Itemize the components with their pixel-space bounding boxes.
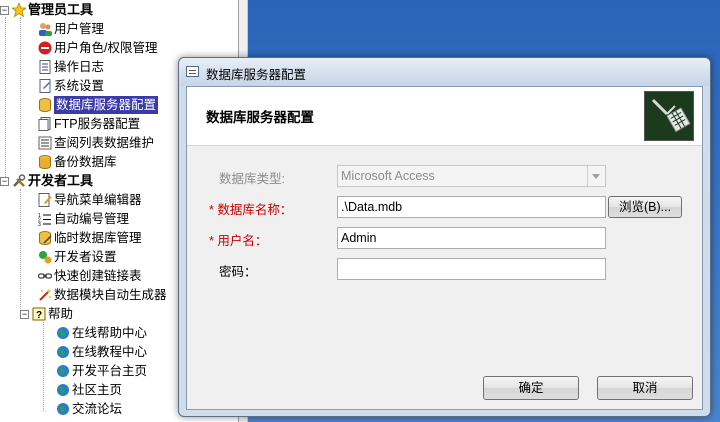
tree-item-temp-db-management[interactable]: 临时数据库管理 — [38, 229, 142, 247]
db-name-value: .\Data.mdb — [341, 200, 403, 214]
db-type-value: Microsoft Access — [341, 169, 435, 183]
db-server-config-dialog: 数据库服务器配置 数据库服务器配置 数据库类型: Microsoft Acces… — [178, 57, 711, 417]
collapse-icon[interactable]: − — [20, 309, 29, 319]
developer-settings-icon — [38, 250, 52, 264]
list-icon — [38, 136, 52, 150]
tree-item-developer-settings[interactable]: 开发者设置 — [38, 248, 117, 266]
users-icon — [38, 22, 52, 36]
db-type-select: Microsoft Access — [337, 165, 606, 187]
cancel-button[interactable]: 取消 — [597, 376, 693, 400]
tree-item-user-management[interactable]: 用户管理 — [38, 20, 104, 38]
chevron-down-icon — [587, 166, 605, 186]
tree-item-backup-database[interactable]: 备份数据库 — [38, 153, 117, 171]
user-name-value: Admin — [341, 231, 377, 245]
dialog-title: 数据库服务器配置 — [206, 68, 307, 82]
password-label: 密码： — [219, 265, 257, 279]
tree-item-db-server-config[interactable]: 数据库服务器配置 — [38, 96, 159, 114]
tree-item-online-help-center[interactable]: 在线帮助中心 — [56, 324, 147, 342]
tree-item-community-home[interactable]: 社区主页 — [56, 381, 122, 399]
window-icon — [186, 66, 199, 77]
tree-connector — [20, 189, 21, 313]
globe-icon — [56, 364, 70, 378]
db-name-label: * 数据库名称： — [209, 203, 293, 217]
tree-item-operation-log[interactable]: 操作日志 — [38, 58, 104, 76]
tree-item-roles-permissions[interactable]: 用户角色/权限管理 — [38, 39, 157, 57]
help-icon: ? — [32, 307, 46, 321]
database-backup-icon — [38, 155, 52, 169]
settings-document-icon — [38, 79, 52, 93]
link-icon — [37, 269, 53, 283]
ftp-document-icon — [38, 117, 52, 131]
database-config-icon — [38, 98, 52, 112]
globe-icon — [56, 383, 70, 397]
dialog-body: 数据库服务器配置 数据库类型: Microsoft Access * 数据库名称… — [186, 86, 703, 410]
database-tools-icon — [644, 91, 694, 141]
globe-icon — [56, 326, 70, 340]
tree-group-developer-tools[interactable]: − 开发者工具 — [0, 172, 93, 190]
dialog-header-title: 数据库服务器配置 — [206, 110, 314, 125]
svg-text:?: ? — [36, 310, 42, 321]
tools-icon — [12, 174, 26, 188]
temp-database-icon — [38, 231, 52, 245]
dialog-header: 数据库服务器配置 — [187, 87, 702, 146]
tree-item-nav-menu-editor[interactable]: 导航菜单编辑器 — [38, 191, 142, 209]
collapse-icon[interactable]: − — [0, 176, 9, 186]
tree-connector — [20, 17, 21, 169]
dialog-titlebar[interactable]: 数据库服务器配置 — [179, 58, 710, 86]
star-icon — [10, 1, 28, 18]
numbered-list-icon: 123 — [38, 212, 52, 228]
tree-group-admin-tools[interactable]: − 管理员工具 — [0, 1, 93, 19]
password-input[interactable] — [337, 258, 606, 280]
globe-icon — [56, 402, 70, 416]
edit-document-icon — [38, 193, 52, 207]
globe-icon — [56, 345, 70, 359]
browse-button[interactable]: 浏览(B)... — [608, 196, 682, 218]
user-name-input[interactable]: Admin — [337, 227, 606, 249]
document-icon — [38, 60, 52, 74]
tree-item-system-settings[interactable]: 系统设置 — [38, 77, 104, 95]
collapse-icon[interactable]: − — [0, 5, 9, 15]
tree-item-lookup-list-maintenance[interactable]: 查阅列表数据维护 — [38, 134, 154, 152]
no-entry-icon — [38, 41, 52, 55]
tree-item-dev-platform-home[interactable]: 开发平台主页 — [56, 362, 147, 380]
db-type-label: 数据库类型: — [219, 172, 285, 186]
tree-item-forum[interactable]: 交流论坛 — [56, 400, 122, 418]
tree-connector — [43, 322, 44, 411]
tree-item-ftp-config[interactable]: FTP服务器配置 — [38, 115, 140, 133]
user-name-label: * 用户名： — [209, 234, 268, 248]
tree-item-quick-create-link-table[interactable]: 快速创建链接表 — [37, 267, 142, 285]
db-name-input[interactable]: .\Data.mdb — [337, 196, 606, 218]
tree-item-data-module-generator[interactable]: 数据模块自动生成器 — [38, 286, 167, 304]
tree-connector — [5, 17, 6, 179]
tree-item-online-tutorial-center[interactable]: 在线教程中心 — [56, 343, 147, 361]
magic-wand-icon — [38, 288, 52, 302]
tree-subgroup-help[interactable]: − ? 帮助 — [20, 305, 73, 323]
ok-button[interactable]: 确定 — [483, 376, 579, 400]
svg-text:3: 3 — [38, 222, 41, 226]
tree-item-auto-numbering[interactable]: 123 自动编号管理 — [38, 210, 129, 228]
